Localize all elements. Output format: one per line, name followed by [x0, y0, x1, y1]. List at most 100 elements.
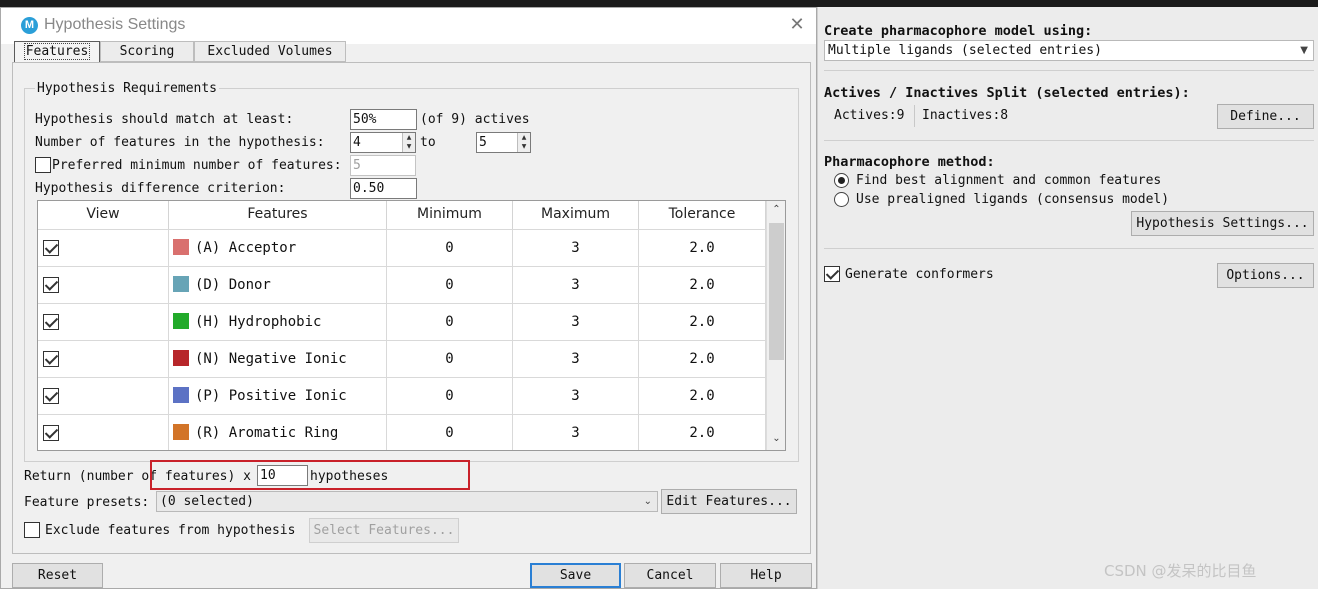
exclude-features-checkbox[interactable]	[24, 522, 40, 538]
scroll-up-icon[interactable]: ⌃	[767, 201, 785, 219]
column-header-view[interactable]: View	[38, 201, 169, 229]
tab-label: Features	[23, 43, 91, 60]
table-row[interactable]: (R) Aromatic Ring 0 3 2.0	[38, 414, 766, 450]
divider	[914, 105, 915, 127]
method-option-label: Use prealigned ligands (consensus model)	[856, 192, 1170, 207]
table-row[interactable]: (H) Hydrophobic 0 3 2.0	[38, 303, 766, 340]
column-header-features[interactable]: Features	[169, 201, 387, 229]
background-title-strip	[0, 0, 1318, 7]
maximum-cell[interactable]: 3	[513, 341, 639, 377]
presets-value: (0 selected)	[160, 494, 254, 509]
define-button[interactable]: Define...	[1217, 104, 1314, 129]
tab-features[interactable]: Features	[14, 41, 100, 63]
table-scrollbar[interactable]: ⌃ ⌄	[766, 201, 785, 450]
divider	[824, 70, 1314, 71]
feature-color-swatch	[173, 313, 189, 329]
return-label: Return (number of features) x	[24, 469, 251, 484]
column-header-maximum[interactable]: Maximum	[513, 201, 639, 229]
feature-name: (A) Acceptor	[195, 240, 297, 256]
close-icon[interactable]: ✕	[786, 13, 808, 35]
tolerance-cell[interactable]: 2.0	[639, 230, 766, 266]
view-checkbox[interactable]	[43, 314, 59, 330]
table-row[interactable]: (A) Acceptor 0 3 2.0	[38, 229, 766, 266]
feature-name: (D) Donor	[195, 277, 271, 293]
view-checkbox[interactable]	[43, 351, 59, 367]
preferred-minimum-checkbox[interactable]	[35, 157, 51, 173]
tab-scoring[interactable]: Scoring	[100, 41, 194, 62]
table-header: View Features Minimum Maximum Tolerance	[38, 201, 766, 229]
method-prealigned-radio[interactable]	[834, 192, 849, 207]
tolerance-cell[interactable]: 2.0	[639, 341, 766, 377]
minimum-cell[interactable]: 0	[387, 378, 513, 414]
chevron-down-icon: ⌄	[643, 496, 652, 507]
feature-presets-select[interactable]: (0 selected) ⌄	[156, 491, 658, 512]
select-features-button: Select Features...	[309, 518, 459, 543]
return-count-input[interactable]: 10	[257, 465, 308, 486]
view-cell	[38, 378, 169, 414]
help-button[interactable]: Help	[720, 563, 812, 588]
match-percent-input[interactable]: 50%	[350, 109, 417, 130]
create-model-label: Create pharmacophore model using:	[824, 23, 1093, 39]
feature-name: (N) Negative Ionic	[195, 351, 347, 367]
table-row[interactable]: (N) Negative Ionic 0 3 2.0	[38, 340, 766, 377]
reset-button[interactable]: Reset	[12, 563, 103, 588]
feature-name: (P) Positive Ionic	[195, 388, 347, 404]
view-checkbox[interactable]	[43, 240, 59, 256]
divider	[824, 140, 1314, 141]
minimum-cell[interactable]: 0	[387, 304, 513, 340]
tab-excluded-volumes[interactable]: Excluded Volumes	[194, 41, 346, 62]
maximum-cell[interactable]: 3	[513, 415, 639, 450]
tolerance-cell[interactable]: 2.0	[639, 378, 766, 414]
feature-color-swatch	[173, 350, 189, 366]
spin-arrows-icon[interactable]: ▲ ▼	[517, 133, 530, 152]
actives-count: Actives:9	[834, 108, 905, 123]
group-title: Hypothesis Requirements	[35, 81, 220, 96]
cancel-button[interactable]: Cancel	[624, 563, 716, 588]
tolerance-cell[interactable]: 2.0	[639, 304, 766, 340]
maximum-cell[interactable]: 3	[513, 230, 639, 266]
feature-cell: (N) Negative Ionic	[169, 341, 387, 377]
maximum-cell[interactable]: 3	[513, 378, 639, 414]
method-best-alignment-radio[interactable]	[834, 173, 849, 188]
generate-conformers-checkbox[interactable]	[824, 266, 840, 282]
scroll-down-icon[interactable]: ⌄	[767, 430, 785, 448]
feature-name: (R) Aromatic Ring	[195, 425, 339, 441]
minimum-cell[interactable]: 0	[387, 267, 513, 303]
table-row[interactable]: (P) Positive Ionic 0 3 2.0	[38, 377, 766, 414]
divider	[824, 248, 1314, 249]
tolerance-cell[interactable]: 2.0	[639, 267, 766, 303]
difference-criterion-input[interactable]: 0.50	[350, 178, 417, 199]
tolerance-cell[interactable]: 2.0	[639, 415, 766, 450]
split-label: Actives / Inactives Split (selected entr…	[824, 85, 1190, 101]
table-row[interactable]: (D) Donor 0 3 2.0	[38, 266, 766, 303]
column-header-minimum[interactable]: Minimum	[387, 201, 513, 229]
model-source-select[interactable]: Multiple ligands (selected entries) ▼	[824, 40, 1314, 61]
hypothesis-settings-button[interactable]: Hypothesis Settings...	[1131, 211, 1314, 236]
save-button[interactable]: Save	[530, 563, 621, 588]
spin-arrows-icon[interactable]: ▲ ▼	[402, 133, 415, 152]
chevron-down-icon: ▼	[1300, 45, 1308, 56]
feature-cell: (H) Hydrophobic	[169, 304, 387, 340]
watermark: CSDN @发呆的比目鱼	[1104, 562, 1257, 580]
edit-features-button[interactable]: Edit Features...	[661, 489, 797, 514]
min-features-value: 4	[353, 135, 361, 150]
max-features-spinbox[interactable]: 5 ▲ ▼	[476, 132, 531, 153]
presets-label: Feature presets:	[24, 495, 150, 510]
min-features-spinbox[interactable]: 4 ▲ ▼	[350, 132, 416, 153]
minimum-cell[interactable]: 0	[387, 230, 513, 266]
view-checkbox[interactable]	[43, 425, 59, 441]
scrollbar-thumb[interactable]	[769, 223, 784, 360]
minimum-cell[interactable]: 0	[387, 415, 513, 450]
column-header-tolerance[interactable]: Tolerance	[639, 201, 766, 229]
view-checkbox[interactable]	[43, 388, 59, 404]
tab-label: Scoring	[119, 44, 175, 59]
view-cell	[38, 304, 169, 340]
app-logo-icon: M	[21, 17, 38, 34]
view-cell	[38, 341, 169, 377]
minimum-cell[interactable]: 0	[387, 341, 513, 377]
maximum-cell[interactable]: 3	[513, 267, 639, 303]
view-checkbox[interactable]	[43, 277, 59, 293]
options-button[interactable]: Options...	[1217, 263, 1314, 288]
inactives-count: Inactives:8	[922, 108, 1009, 123]
maximum-cell[interactable]: 3	[513, 304, 639, 340]
